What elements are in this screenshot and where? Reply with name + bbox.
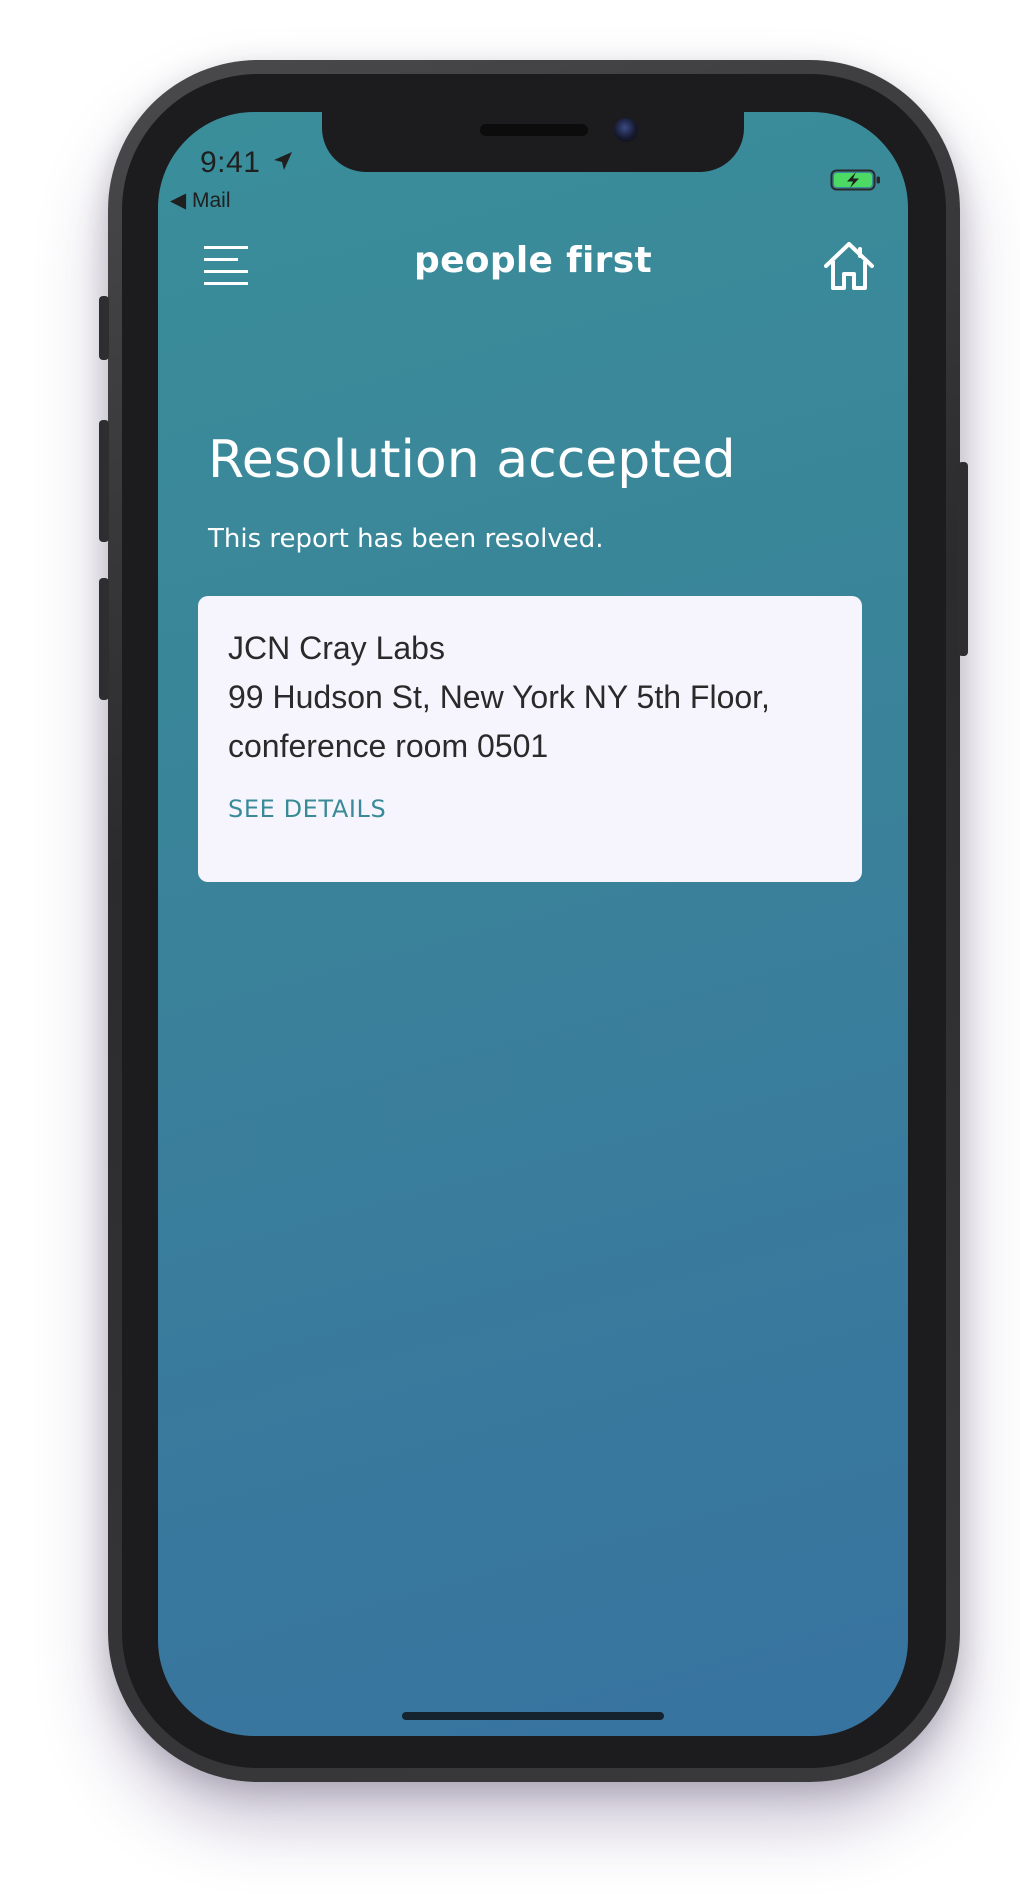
home-indicator[interactable] [402, 1712, 664, 1720]
silent-switch [99, 296, 109, 360]
page-subtext: This report has been resolved. [208, 524, 604, 554]
home-icon[interactable] [822, 240, 876, 292]
speaker-grille [480, 124, 588, 136]
report-card: JCN Cray Labs 99 Hudson St, New York NY … [198, 596, 862, 882]
hamburger-menu-icon[interactable] [202, 244, 250, 288]
battery-charging-icon [830, 169, 880, 191]
notch [322, 112, 744, 172]
app-screen: 9:41 ◀ Mail people first Resolution acce… [158, 112, 908, 1736]
status-time: 9:41 [200, 146, 261, 179]
see-details-link[interactable]: SEE DETAILS [228, 795, 386, 823]
back-to-mail-link[interactable]: ◀ Mail [170, 188, 231, 213]
front-camera [614, 118, 638, 142]
location-address: 99 Hudson St, New York NY 5th Floor, con… [228, 679, 770, 764]
volume-down-button [99, 578, 109, 700]
app-title: people first [414, 240, 652, 281]
location-name: JCN Cray Labs [228, 630, 445, 666]
power-button [958, 462, 968, 656]
page-heading: Resolution accepted [208, 430, 736, 490]
location-arrow-icon [274, 152, 292, 170]
volume-up-button [99, 420, 109, 542]
